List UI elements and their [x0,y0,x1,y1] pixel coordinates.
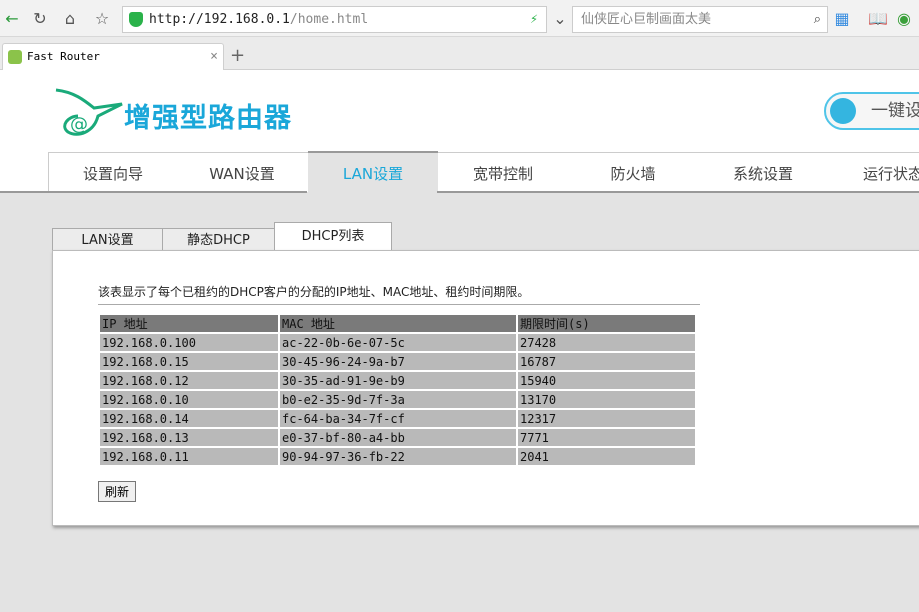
table-cell: 90-94-97-36-fb-22 [280,448,516,465]
search-input[interactable]: 仙侠匠心巨制画面太美 ⌕ [572,6,828,33]
browser-toolbar: ← ↻ ⌂ ☆ http://192.168.0.1/home.html ⚡ ⌄… [0,0,919,37]
nav-wan[interactable]: WAN设置 [177,153,307,193]
table-cell: 30-45-96-24-9a-b7 [280,353,516,370]
back-icon[interactable]: ← [0,8,24,30]
table-row: 192.168.0.11 90-94-97-36-fb-22 2041 [100,448,695,465]
logo-bird-icon: @ [55,88,123,136]
browser-tabbar: Fast Router × + [0,37,919,71]
table-cell: 30-35-ad-91-9e-b9 [280,372,516,389]
security-icon[interactable]: ◉ [892,8,916,30]
table-row: 192.168.0.10 b0-e2-35-9d-7f-3a 13170 [100,391,695,408]
table-cell: 192.168.0.10 [100,391,278,408]
browser-tab[interactable]: Fast Router × [2,43,224,71]
table-row: 192.168.0.14 fc-64-ba-34-7f-cf 12317 [100,410,695,427]
table-cell: 7771 [518,429,695,446]
tab-static-dhcp[interactable]: 静态DHCP [162,228,275,251]
table-cell: e0-37-bf-80-a4-bb [280,429,516,446]
main-nav: 设置向导 WAN设置 LAN设置 宽带控制 防火墙 系统设置 运行状态 [48,151,919,193]
table-row: 192.168.0.12 30-35-ad-91-9e-b9 15940 [100,372,695,389]
table-cell: 192.168.0.14 [100,410,278,427]
divider [437,191,919,193]
table-cell: ac-22-0b-6e-07-5c [280,334,516,351]
refresh-button[interactable]: 刷新 [98,481,137,502]
svg-text:@: @ [70,114,88,135]
table-cell: 15940 [518,372,695,389]
column-header: MAC 地址 [280,315,516,332]
table-cell: 192.168.0.11 [100,448,278,465]
table-cell: 16787 [518,353,695,370]
table-row: 192.168.0.100 ac-22-0b-6e-07-5c 27428 [100,334,695,351]
router-header: @ 增强型路由器 一键设 设置向导 WAN设置 LAN设置 宽带控制 防火墙 系… [0,70,919,193]
close-icon[interactable]: × [210,44,218,70]
reload-icon[interactable]: ↻ [28,8,52,30]
description: 该表显示了每个已租约的DHCP客户的分配的IP地址、MAC地址、租约时间期限。 [98,285,530,299]
nav-bandwidth[interactable]: 宽带控制 [438,153,568,193]
dhcp-list-panel: 该表显示了每个已租约的DHCP客户的分配的IP地址、MAC地址、租约时间期限。 … [52,250,919,526]
search-icon[interactable]: ⌕ [814,7,821,32]
divider [0,191,307,193]
divider [98,304,700,305]
nav-firewall[interactable]: 防火墙 [568,153,698,193]
table-cell: b0-e2-35-9d-7f-3a [280,391,516,408]
shield-icon [129,12,143,27]
table-cell: 192.168.0.12 [100,372,278,389]
new-tab-icon[interactable]: + [230,45,245,66]
logo-text: 增强型路由器 [124,103,292,134]
address-bar[interactable]: http://192.168.0.1/home.html ⚡ [122,6,547,33]
dhcp-table: IP 地址 MAC 地址 期限时间(s) 192.168.0.100 ac-22-… [98,313,697,467]
table-cell: 27428 [518,334,695,351]
table-row: 192.168.0.13 e0-37-bf-80-a4-bb 7771 [100,429,695,446]
lightning-icon[interactable]: ⚡ [530,7,538,32]
table-cell: 12317 [518,410,695,427]
reader-icon[interactable]: 📖 [866,8,890,30]
home-icon[interactable]: ⌂ [58,8,82,30]
column-header: IP 地址 [100,315,278,332]
nav-system[interactable]: 系统设置 [698,153,828,193]
table-cell: 2041 [518,448,695,465]
table-cell: 192.168.0.13 [100,429,278,446]
table-cell: 13170 [518,391,695,408]
dropdown-icon[interactable]: ⌄ [548,8,572,30]
table-cell: 192.168.0.100 [100,334,278,351]
nav-setup-wizard[interactable]: 设置向导 [49,153,177,193]
one-key-setup-button[interactable]: 一键设 [824,92,919,130]
star-icon[interactable]: ☆ [90,8,114,30]
nav-lan[interactable]: LAN设置 [308,151,438,192]
tab-lan-settings[interactable]: LAN设置 [52,228,163,251]
table-cell: 192.168.0.15 [100,353,278,370]
apps-icon[interactable]: ▦ [830,8,854,30]
tab-dhcp-list[interactable]: DHCP列表 [274,222,392,252]
toggle-icon [830,98,856,124]
column-header: 期限时间(s) [518,315,695,332]
table-cell: fc-64-ba-34-7f-cf [280,410,516,427]
table-row: 192.168.0.15 30-45-96-24-9a-b7 16787 [100,353,695,370]
favicon-icon [8,50,22,64]
nav-status[interactable]: 运行状态 [828,153,919,193]
